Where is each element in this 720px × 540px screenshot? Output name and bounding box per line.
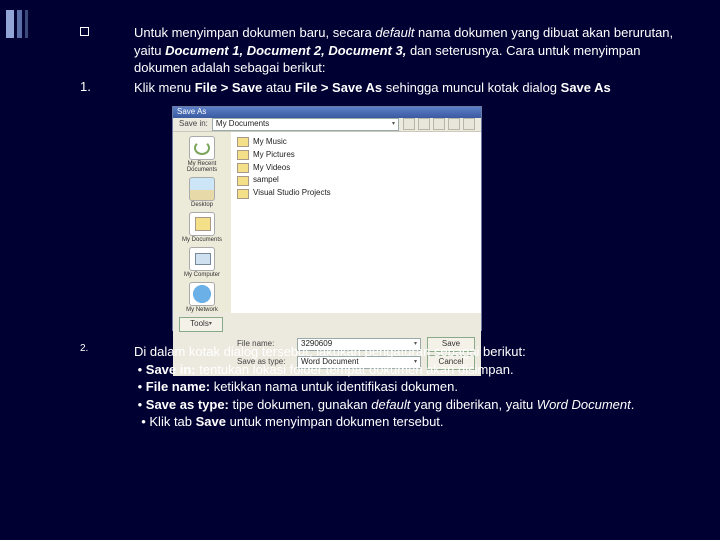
folder-icon [237, 189, 249, 199]
file-list[interactable]: My Music My Pictures My Videos sampel Vi… [231, 132, 481, 313]
list-item[interactable]: sampel [237, 175, 475, 186]
newfolder-icon[interactable] [448, 118, 460, 130]
up-icon[interactable] [418, 118, 430, 130]
list-item[interactable]: My Music [237, 137, 475, 148]
list-item[interactable]: Visual Studio Projects [237, 188, 475, 199]
chevron-down-icon: ▾ [392, 120, 395, 128]
step1-marker: 1. [80, 79, 134, 97]
sidebar-mycomputer[interactable]: My Computer [184, 247, 220, 278]
bullet-square-icon [80, 27, 89, 36]
list-item[interactable]: My Pictures [237, 150, 475, 161]
sidebar-mydocs[interactable]: My Documents [182, 212, 222, 243]
save-as-dialog: Save As Save in: My Documents▾ [172, 106, 482, 331]
views-icon[interactable] [463, 118, 475, 130]
intro-text: Untuk menyimpan dokumen baru, secara def… [134, 24, 690, 77]
step2-marker: 2. [80, 343, 134, 431]
delete-icon[interactable] [433, 118, 445, 130]
sidebar-mynetwork[interactable]: My Network [186, 282, 218, 313]
savein-combo[interactable]: My Documents▾ [212, 118, 399, 131]
dialog-toolbar: Save in: My Documents▾ [173, 118, 481, 132]
folder-icon [237, 150, 249, 160]
folder-icon [237, 137, 249, 147]
intro-row: Untuk menyimpan dokumen baru, secara def… [80, 24, 690, 77]
sidebar-desktop[interactable]: Desktop [189, 177, 215, 208]
list-item[interactable]: My Videos [237, 163, 475, 174]
folder-icon [237, 163, 249, 173]
slide-content: Untuk menyimpan dokumen baru, secara def… [80, 24, 690, 433]
step2-text: Di dalam kotak dialog tersebut, lakukan … [134, 343, 690, 431]
step2-row: 2. Di dalam kotak dialog tersebut, lakuk… [80, 343, 690, 431]
slide-decoration [6, 10, 28, 38]
tools-button[interactable]: Tools ▾ [179, 317, 223, 332]
dialog-titlebar: Save As [173, 107, 481, 118]
sidebar-recent[interactable]: My Recent Documents [173, 136, 231, 173]
step1-row: 1. Klik menu File > Save atau File > Sav… [80, 79, 690, 97]
step1-text: Klik menu File > Save atau File > Save A… [134, 79, 690, 97]
back-icon[interactable] [403, 118, 415, 130]
savein-label: Save in: [179, 119, 208, 130]
folder-icon [237, 176, 249, 186]
places-sidebar: My Recent Documents Desktop My Documents… [173, 132, 231, 313]
